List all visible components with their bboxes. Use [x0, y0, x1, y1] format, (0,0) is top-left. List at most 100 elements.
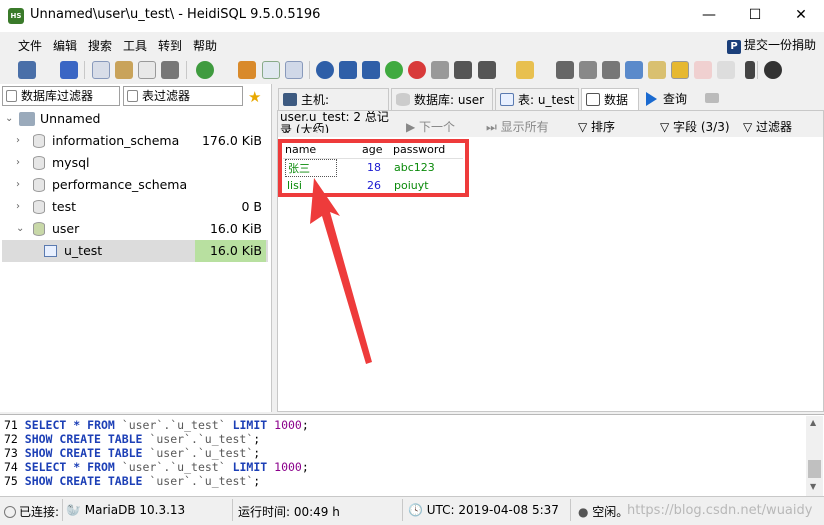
- fields-button[interactable]: ▽ 字段 (3/3): [660, 118, 730, 135]
- sql-log-line: 73 SHOW CREATE TABLE `user`.`u_test`;: [4, 446, 260, 460]
- chevron-right-icon[interactable]: ›: [16, 174, 20, 196]
- save-icon[interactable]: [556, 61, 574, 79]
- chevron-right-icon[interactable]: ›: [16, 196, 20, 218]
- undo-icon[interactable]: [138, 61, 156, 79]
- record-count-label: user.u_test: 2 总记录 (大约): [280, 111, 389, 133]
- tree-item-mysql[interactable]: › mysql: [2, 152, 268, 174]
- fields-icon: ▽: [660, 120, 674, 134]
- delete-record-icon[interactable]: [408, 61, 426, 79]
- new-tab-icon[interactable]: [705, 93, 719, 103]
- grid-icon: [586, 93, 600, 106]
- play-icon: [646, 92, 657, 106]
- post-icon[interactable]: [431, 61, 449, 79]
- tab-query[interactable]: 查询: [641, 88, 699, 110]
- next-button[interactable]: ▶ 下一个: [406, 118, 455, 135]
- show-all-button[interactable]: ⏭ 显示所有: [486, 118, 549, 135]
- sql-log-scrollbar[interactable]: ▲ ▼: [806, 416, 823, 496]
- sql-token: SELECT: [24, 418, 67, 432]
- tab-table[interactable]: 表: u_test: [495, 88, 579, 110]
- connected-icon: [4, 506, 16, 518]
- sql-line-number: 75: [4, 474, 25, 488]
- table-filter-input[interactable]: 表过滤器: [123, 86, 243, 106]
- refresh-icon[interactable]: [196, 61, 214, 79]
- wrap-icon[interactable]: [717, 61, 735, 79]
- stop-icon[interactable]: [764, 61, 782, 79]
- sql-token: `user`.`u_test`: [121, 460, 226, 474]
- clock-icon: 🕓: [408, 503, 427, 517]
- binoculars-icon[interactable]: [602, 61, 620, 79]
- filter-button[interactable]: ▽ 过滤器: [743, 118, 792, 135]
- next-icon: ▶: [406, 120, 420, 134]
- menu-edit[interactable]: 编辑: [53, 37, 77, 54]
- menu-goto[interactable]: 转到: [158, 37, 182, 54]
- disconnect-icon[interactable]: [60, 61, 78, 79]
- sql-line-number: 73: [4, 446, 25, 460]
- database-icon: [33, 178, 45, 192]
- chevron-down-icon[interactable]: ⌄: [5, 108, 13, 130]
- main-toolbar: [0, 57, 824, 83]
- filter-icon: [6, 90, 17, 102]
- tree-item-u-test[interactable]: u_test 16.0 KiB: [2, 240, 268, 262]
- menu-file[interactable]: 文件: [18, 37, 42, 54]
- warning-icon[interactable]: [671, 61, 689, 79]
- insert-record-icon[interactable]: [385, 61, 403, 79]
- heidisql-app-icon: HS: [8, 8, 24, 24]
- import-icon[interactable]: [262, 61, 280, 79]
- tab-data[interactable]: 数据: [581, 88, 639, 111]
- chevron-right-icon[interactable]: ›: [16, 152, 20, 174]
- tree-item-user[interactable]: ⌄ user 16.0 KiB: [2, 218, 268, 240]
- database-filter-input[interactable]: 数据库过滤器: [2, 86, 120, 106]
- sql-token: ;: [253, 474, 261, 488]
- menu-help[interactable]: 帮助: [193, 37, 217, 54]
- open-query-icon[interactable]: [516, 61, 534, 79]
- connect-icon[interactable]: [18, 61, 36, 79]
- sql-token: 1000: [274, 418, 302, 432]
- tree-item-performance-schema[interactable]: › performance_schema: [2, 174, 268, 196]
- help-icon[interactable]: [316, 61, 334, 79]
- menu-tools[interactable]: 工具: [123, 37, 147, 54]
- chevron-right-icon[interactable]: ›: [16, 130, 20, 152]
- tab-host[interactable]: 主机: 127.0.0.1: [278, 88, 389, 129]
- idle-dot-icon: ●: [578, 505, 593, 519]
- tab-database[interactable]: 数据库: user: [391, 88, 493, 110]
- chevron-down-icon[interactable]: ⌄: [16, 218, 24, 240]
- pause-icon[interactable]: [745, 61, 755, 79]
- close-button[interactable]: ✕: [778, 0, 824, 32]
- run-icon[interactable]: [478, 61, 496, 79]
- sql-token: SHOW CREATE TABLE: [24, 446, 143, 460]
- tree-item-test[interactable]: › test 0 B: [2, 196, 268, 218]
- user-manager-icon[interactable]: [238, 61, 256, 79]
- copy-icon[interactable]: [92, 61, 110, 79]
- cancel-icon[interactable]: [454, 61, 472, 79]
- paste-icon[interactable]: [115, 61, 133, 79]
- mariadb-icon: 🦭: [66, 503, 85, 517]
- sql-token: SHOW CREATE TABLE: [24, 474, 143, 488]
- minimize-button[interactable]: —: [686, 0, 732, 32]
- maximize-button[interactable]: ☐: [732, 0, 778, 32]
- annotation-arrow: [310, 178, 372, 364]
- export-icon[interactable]: [285, 61, 303, 79]
- server-icon: [19, 112, 35, 126]
- tree-root[interactable]: ⌄ Unnamed: [2, 108, 268, 130]
- last-record-icon[interactable]: [362, 61, 380, 79]
- sort-button[interactable]: ▽ 排序: [578, 118, 615, 135]
- sql-line-number: 74: [4, 460, 25, 474]
- database-icon: [33, 200, 45, 214]
- sql-token: ;: [301, 418, 309, 432]
- first-record-icon[interactable]: [339, 61, 357, 79]
- print-icon[interactable]: [161, 61, 179, 79]
- donate-button[interactable]: P 提交一份捐助: [726, 36, 816, 54]
- tree-icon[interactable]: [625, 61, 643, 79]
- save-as-icon[interactable]: [579, 61, 597, 79]
- pencil-icon[interactable]: [648, 61, 666, 79]
- tree-item-information-schema[interactable]: › information_schema 176.0 KiB: [2, 130, 268, 152]
- watermark: https://blog.csdn.net/wuaidy: [627, 503, 813, 518]
- idle-status: ● 空闲。: [578, 505, 629, 519]
- star-icon[interactable]: ★: [248, 88, 261, 106]
- sql-log-line: 75 SHOW CREATE TABLE `user`.`u_test`;: [4, 474, 260, 488]
- menu-search[interactable]: 搜索: [88, 37, 112, 54]
- hex-icon[interactable]: [694, 61, 712, 79]
